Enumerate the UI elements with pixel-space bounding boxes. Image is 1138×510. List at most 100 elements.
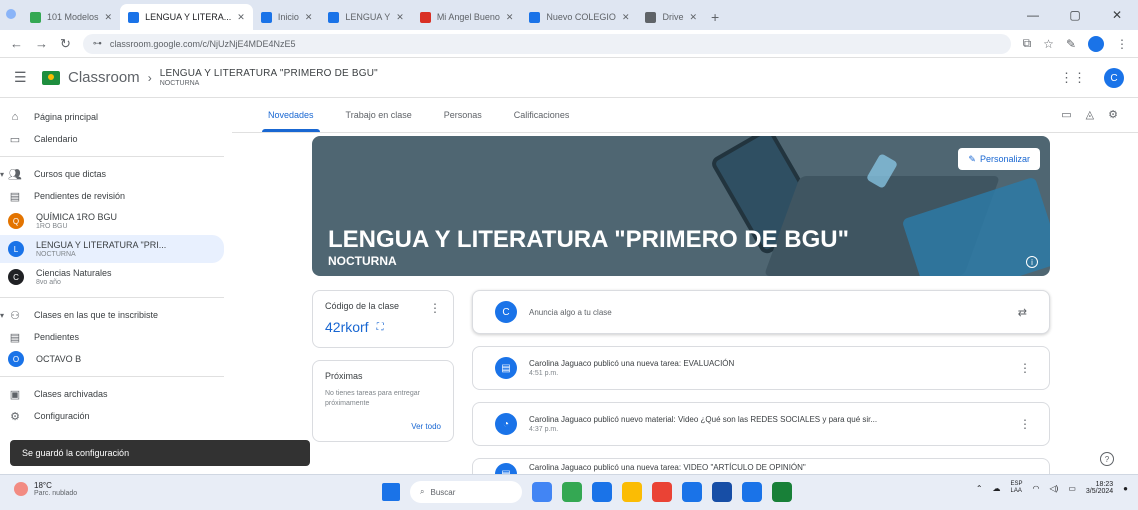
taskbar-app-icon[interactable] <box>772 482 792 502</box>
repost-icon[interactable]: ⇄ <box>1018 306 1027 319</box>
sidebar-item-label: Calendario <box>34 134 78 144</box>
more-options-icon[interactable]: ⋮ <box>1019 361 1031 375</box>
sidebar-item-enrolled[interactable]: ▾ ⚇ Clases en las que te inscribiste <box>0 304 224 326</box>
sidebar-item-to-review[interactable]: ▤ Pendientes de revisión <box>0 185 224 207</box>
close-window-button[interactable]: ✕ <box>1096 0 1138 30</box>
close-tab-icon[interactable]: ✕ <box>305 12 313 23</box>
tab-grades[interactable]: Calificaciones <box>498 98 586 132</box>
site-info-icon[interactable]: ⊶ <box>93 38 102 49</box>
tab-title: Mi Angel Bueno <box>436 12 500 22</box>
close-tab-icon[interactable]: ✕ <box>237 12 245 23</box>
browser-tab[interactable]: 101 Modelos ✕ <box>22 4 120 30</box>
more-options-icon[interactable]: ⋮ <box>1019 417 1031 431</box>
close-tab-icon[interactable]: ✕ <box>690 12 698 23</box>
url-input[interactable]: ⊶ classroom.google.com/c/NjUzNjE4MDE4NzE… <box>82 33 1011 54</box>
view-all-link[interactable]: Ver todo <box>411 422 441 431</box>
browser-menu-kebab-icon[interactable]: ⋮ <box>1116 37 1128 51</box>
browser-tab[interactable]: Inicio ✕ <box>253 4 321 30</box>
taskbar-app-icon[interactable] <box>622 482 642 502</box>
sidebar-item-lengua[interactable]: L LENGUA Y LITERATURA "PRI... NOCTURNA <box>0 235 224 263</box>
sidebar-divider <box>0 376 224 377</box>
taskbar-app-icon[interactable] <box>562 482 582 502</box>
sidebar-divider <box>0 297 224 298</box>
new-tab-button[interactable]: + <box>711 4 719 30</box>
browser-menu-icon[interactable] <box>6 9 16 19</box>
chevron-up-icon[interactable]: ⌃ <box>976 484 983 493</box>
back-icon[interactable]: ← <box>10 36 23 51</box>
sidebar-item-home[interactable]: ⌂ Página principal <box>0 106 224 128</box>
drive-folder-icon[interactable]: ◬ <box>1086 108 1094 121</box>
browser-tab[interactable]: LENGUA Y LITERA... ✕ <box>120 4 253 30</box>
browser-tab[interactable]: Mi Angel Bueno ✕ <box>412 4 522 30</box>
main-menu-icon[interactable]: ☰ <box>14 69 42 86</box>
volume-icon[interactable]: ◁) <box>1050 484 1059 493</box>
gear-icon[interactable]: ⚙ <box>1108 108 1118 121</box>
tab-people[interactable]: Personas <box>428 98 498 132</box>
taskbar-app-icon[interactable] <box>682 482 702 502</box>
google-apps-icon[interactable]: ⋮⋮ <box>1060 70 1086 86</box>
sidebar-item-settings[interactable]: ⚙ Configuración <box>0 405 224 427</box>
taskbar-app-icon[interactable] <box>652 482 672 502</box>
sidebar-item-todo[interactable]: ▤ Pendientes <box>0 326 224 348</box>
extensions-icon[interactable]: ✎ <box>1066 37 1076 51</box>
weather-widget[interactable]: 18°C Parc. nublado <box>14 481 77 497</box>
taskbar-app-icon[interactable] <box>532 482 552 502</box>
taskbar-search[interactable]: ⌕ Buscar <box>410 481 522 503</box>
bookmark-star-icon[interactable]: ☆ <box>1043 37 1054 51</box>
language-indicator[interactable]: ESP LAA <box>1011 481 1023 495</box>
browser-profile-icon[interactable] <box>1088 35 1104 52</box>
tab-favicon-icon <box>30 11 41 23</box>
brand-name[interactable]: Classroom <box>68 69 140 86</box>
collapse-caret-icon[interactable]: ▾ <box>0 170 4 179</box>
close-tab-icon[interactable]: ✕ <box>506 12 514 23</box>
browser-tab[interactable]: Nuevo COLEGIO ✕ <box>521 4 637 30</box>
sidebar-item-octavo[interactable]: O OCTAVO B <box>0 348 224 370</box>
avatar[interactable]: C <box>1104 68 1124 88</box>
announce-box[interactable]: C Anuncia algo a tu clase ⇄ <box>472 290 1050 334</box>
help-icon[interactable]: ? <box>1100 452 1114 466</box>
stream-post[interactable]: ◔ Carolina Jaguaco publicó nuevo materia… <box>472 402 1050 446</box>
more-options-icon[interactable]: ⋮ <box>429 301 441 315</box>
assignment-icon: ▤ <box>495 463 517 474</box>
close-tab-icon[interactable]: ✕ <box>622 12 630 23</box>
battery-icon[interactable]: ▭ <box>1068 484 1076 493</box>
reload-icon[interactable]: ↻ <box>60 36 71 52</box>
maximize-button[interactable]: ▢ <box>1054 0 1096 30</box>
classroom-logo[interactable] <box>42 70 60 85</box>
fullscreen-icon[interactable]: ⛶ <box>377 322 384 333</box>
sidebar-item-calendar[interactable]: ▭ Calendario <box>0 128 224 150</box>
collapse-caret-icon[interactable]: ▾ <box>0 311 4 320</box>
browser-tab[interactable]: Drive ✕ <box>637 4 705 30</box>
stream-post[interactable]: ▤ Carolina Jaguaco publicó una nueva tar… <box>472 458 1050 474</box>
calendar-icon[interactable]: ▭ <box>1061 108 1071 121</box>
notification-icon[interactable]: ● <box>1123 484 1128 493</box>
close-tab-icon[interactable]: ✕ <box>396 12 404 23</box>
cloud-icon[interactable]: ☁ <box>993 484 1001 493</box>
system-tray: ⌃ ☁ ESP LAA ◠ ◁) ▭ 18:23 3/5/2024 ● <box>976 481 1128 495</box>
tab-title: Inicio <box>277 12 299 22</box>
clock[interactable]: 18:23 3/5/2024 <box>1086 481 1113 495</box>
sidebar-item-ciencias[interactable]: C Ciencias Naturales 8vo año <box>0 263 224 291</box>
customize-button[interactable]: ✎ Personalizar <box>958 148 1040 170</box>
wifi-icon[interactable]: ◠ <box>1033 484 1040 493</box>
class-code-card: Código de la clase ⋮ 42rkorf ⛶ <box>312 290 454 348</box>
tab-stream[interactable]: Novedades <box>252 98 330 132</box>
taskbar-app-icon[interactable] <box>592 482 612 502</box>
close-tab-icon[interactable]: ✕ <box>105 12 113 23</box>
share-icon[interactable]: ⧉ <box>1023 36 1032 51</box>
start-button[interactable] <box>382 483 400 501</box>
tab-classwork[interactable]: Trabajo en clase <box>330 98 428 132</box>
breadcrumb[interactable]: LENGUA Y LITERATURA "PRIMERO DE BGU" NOC… <box>160 68 378 87</box>
minimize-button[interactable]: — <box>1012 0 1054 30</box>
forward-icon[interactable]: → <box>35 36 48 51</box>
tab-favicon-icon <box>645 11 657 23</box>
sidebar-item-archived[interactable]: ▣ Clases archivadas <box>0 383 224 405</box>
info-icon[interactable]: i <box>1026 256 1038 268</box>
tab-title: 101 Modelos <box>47 12 99 22</box>
taskbar-app-icon[interactable] <box>712 482 732 502</box>
sidebar-item-quimica[interactable]: Q QUÍMICA 1RO BGU 1RO BGU <box>0 207 224 235</box>
sidebar-item-teaching[interactable]: ▾ 👥︎ Cursos que dictas <box>0 163 224 185</box>
stream-post[interactable]: ▤ Carolina Jaguaco publicó una nueva tar… <box>472 346 1050 390</box>
taskbar-app-icon[interactable] <box>742 482 762 502</box>
browser-tab[interactable]: LENGUA Y ✕ <box>320 4 411 30</box>
